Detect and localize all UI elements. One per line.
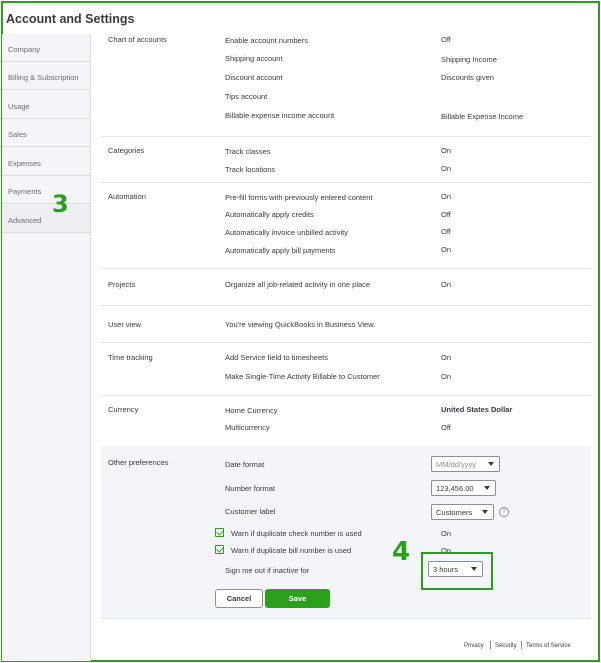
row-value: Off bbox=[441, 35, 451, 44]
row-label: Billable expense income account bbox=[225, 111, 335, 120]
customer-label-select[interactable]: Customers bbox=[431, 504, 494, 520]
row-value: On bbox=[441, 529, 452, 538]
footer-divider bbox=[490, 641, 491, 649]
footer-divider bbox=[521, 641, 522, 649]
section-time-tracking: Time tracking Add Service field to times… bbox=[101, 342, 591, 396]
date-format-placeholder: MM/dd/yyyy bbox=[436, 460, 477, 469]
section-currency: Currency Home Currency United States Dol… bbox=[101, 395, 591, 447]
row-value: On bbox=[441, 245, 452, 254]
chevron-down-icon bbox=[484, 486, 490, 490]
sidebar-item-label: Expenses bbox=[8, 159, 41, 168]
row-value: On bbox=[441, 192, 452, 201]
row-label: Enable account numbers bbox=[225, 36, 308, 45]
row-label: Track classes bbox=[225, 147, 271, 156]
row-label: Pre-fill forms with previously entered c… bbox=[225, 193, 373, 202]
section-automation: Automation Pre-fill forms with previousl… bbox=[101, 182, 591, 269]
sidebar: Company Billing & Subscription Usage Sal… bbox=[2, 34, 91, 661]
row-value: On bbox=[441, 280, 452, 289]
row-value: On bbox=[441, 372, 452, 381]
section-title: Time tracking bbox=[108, 353, 153, 362]
customer-label-value: Customers bbox=[436, 508, 473, 517]
section-categories: Categories Track classes On Track locati… bbox=[101, 136, 591, 183]
section-title: User view bbox=[108, 320, 141, 329]
footer-terms-link[interactable]: Terms of Service bbox=[526, 643, 571, 649]
row-label: Number format bbox=[225, 484, 276, 493]
section-title: Chart of accounts bbox=[108, 35, 167, 44]
footer-security-link[interactable]: Security bbox=[495, 643, 517, 649]
sidebar-item-label: Sales bbox=[8, 130, 27, 139]
sidebar-item-label: Usage bbox=[8, 102, 30, 111]
section-other-preferences: Other preferences Date format MM/dd/yyyy… bbox=[101, 446, 591, 619]
warn-duplicate-check-checkbox[interactable] bbox=[215, 528, 224, 537]
section-title: Other preferences bbox=[108, 458, 169, 467]
row-value: On bbox=[441, 146, 452, 155]
number-format-value: 123,456.00 bbox=[436, 484, 474, 493]
date-format-select[interactable]: MM/dd/yyyy bbox=[431, 456, 500, 472]
sidebar-item-label: Billing & Subscription bbox=[8, 73, 79, 82]
row-label: Warn if duplicate check number is used bbox=[231, 529, 362, 538]
sidebar-item-sales[interactable]: Sales bbox=[2, 119, 90, 147]
section-projects: Projects Organize all job-related activi… bbox=[101, 268, 591, 306]
row-label: Make Single-Time Activity Billable to Cu… bbox=[225, 372, 380, 381]
row-value: Discounts given bbox=[441, 73, 494, 82]
sidebar-item-advanced[interactable]: Advanced bbox=[2, 205, 90, 233]
row-label: Tips account bbox=[225, 92, 268, 101]
row-label: Discount account bbox=[225, 73, 283, 82]
row-value: Off bbox=[441, 210, 451, 219]
sidebar-item-label: Payments bbox=[8, 187, 42, 196]
section-title: Projects bbox=[108, 280, 136, 289]
signout-timeout-select[interactable]: 3 hours bbox=[428, 561, 483, 577]
sidebar-item-expenses[interactable]: Expenses bbox=[2, 148, 90, 176]
row-label: Automatically invoice unbilled activity bbox=[225, 228, 348, 237]
row-label: Add Service field to timesheets bbox=[225, 353, 328, 362]
row-value: United States Dollar bbox=[441, 405, 513, 414]
number-format-select[interactable]: 123,456.00 bbox=[431, 480, 496, 496]
chevron-down-icon bbox=[471, 567, 477, 571]
row-value: On bbox=[441, 353, 452, 362]
footer-privacy-link[interactable]: Privacy bbox=[464, 643, 484, 649]
row-value: Shipping Income bbox=[441, 55, 497, 64]
section-title: Currency bbox=[108, 405, 139, 414]
row-label: Automatically apply credits bbox=[225, 210, 314, 219]
sidebar-item-label: Company bbox=[8, 45, 41, 54]
sidebar-item-payments[interactable]: Payments bbox=[2, 176, 90, 204]
row-label: Organize all job-related activity in one… bbox=[225, 280, 371, 289]
row-label: Automatically apply bill payments bbox=[225, 246, 336, 255]
chevron-down-icon bbox=[482, 510, 488, 514]
row-label: Warn if duplicate bill number is used bbox=[231, 546, 352, 555]
row-value: Off bbox=[441, 227, 451, 236]
step-marker-3: 3 bbox=[52, 190, 69, 218]
sidebar-item-billing-subscription[interactable]: Billing & Subscription bbox=[2, 62, 90, 90]
row-label: Shipping account bbox=[225, 54, 283, 63]
row-label: Date format bbox=[225, 460, 265, 469]
row-label: Track locations bbox=[225, 165, 276, 174]
section-title: Categories bbox=[108, 146, 145, 155]
section-user-view: User view You're viewing QuickBooks in B… bbox=[101, 305, 591, 343]
sidebar-item-company[interactable]: Company bbox=[2, 34, 90, 62]
help-icon[interactable]: ? bbox=[499, 507, 509, 517]
sidebar-item-usage[interactable]: Usage bbox=[2, 91, 90, 119]
page-title: Account and Settings bbox=[6, 12, 135, 26]
row-value: On bbox=[441, 164, 452, 173]
signout-timeout-value: 3 hours bbox=[433, 565, 459, 574]
section-title: Automation bbox=[108, 192, 146, 201]
cancel-button[interactable]: Cancel bbox=[215, 589, 263, 608]
settings-content: Chart of accounts Enable account numbers… bbox=[91, 34, 596, 658]
row-label: Sign me out if inactive for bbox=[225, 566, 310, 575]
row-label: You're viewing QuickBooks in Business Vi… bbox=[225, 320, 376, 329]
warn-duplicate-bill-checkbox[interactable] bbox=[215, 545, 224, 554]
row-value: Billable Expense Income bbox=[441, 112, 524, 121]
row-label: Customer label bbox=[225, 507, 276, 516]
row-label: Home Currency bbox=[225, 406, 278, 415]
save-button[interactable]: Save bbox=[265, 589, 330, 608]
row-value: Off bbox=[441, 423, 451, 432]
row-label: Multicurrency bbox=[225, 423, 270, 432]
section-chart-of-accounts: Chart of accounts Enable account numbers… bbox=[101, 34, 591, 137]
sidebar-item-label: Advanced bbox=[8, 216, 42, 225]
chevron-down-icon bbox=[488, 462, 494, 466]
step-marker-4: 4 bbox=[392, 537, 411, 567]
